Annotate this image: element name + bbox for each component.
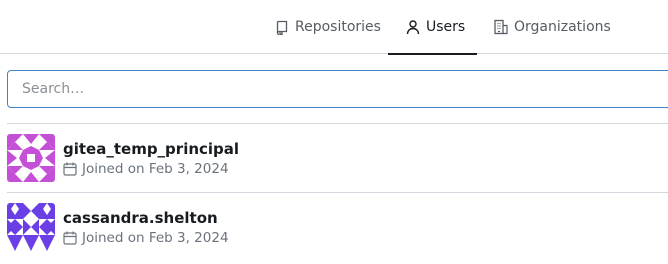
tab-label: Users [426,19,466,35]
user-name-link[interactable]: gitea_temp_principal [63,140,239,158]
repo-icon [274,19,290,35]
user-joined: Joined on Feb 3, 2024 [63,161,229,177]
joined-text: Joined on Feb 3, 2024 [82,230,229,246]
search-input[interactable] [7,70,668,108]
user-name-link[interactable]: cassandra.shelton [63,209,218,227]
calendar-icon [63,162,77,176]
user-joined: Joined on Feb 3, 2024 [63,230,229,246]
list-item: cassandra.shelton Joined on Feb 3, 2024 [7,192,668,261]
list-item: gitea_temp_principal Joined on Feb 3, 20… [7,123,668,192]
tab-users[interactable]: Users [388,0,477,55]
explore-tabs: Repositories Users Organizations [0,0,668,55]
person-icon [405,19,421,35]
avatar[interactable] [7,203,55,251]
calendar-icon [63,231,77,245]
joined-text: Joined on Feb 3, 2024 [82,161,229,177]
tab-label: Repositories [295,19,381,35]
tab-repositories[interactable]: Repositories [274,0,381,54]
tab-label: Organizations [514,19,611,35]
organization-icon [493,19,509,35]
tab-organizations[interactable]: Organizations [493,0,611,54]
user-list: gitea_temp_principal Joined on Feb 3, 20… [7,123,668,261]
avatar[interactable] [7,134,55,182]
